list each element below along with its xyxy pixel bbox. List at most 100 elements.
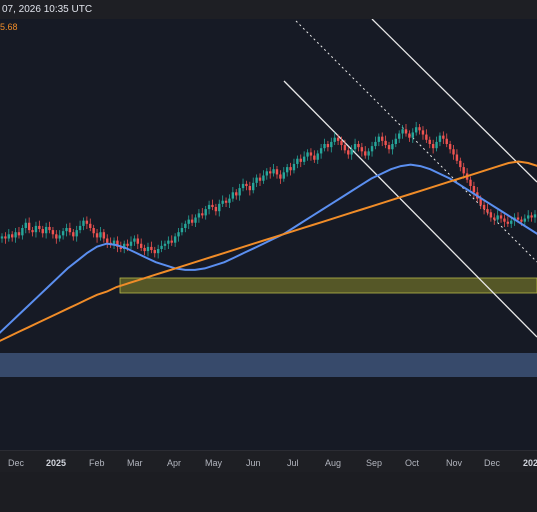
timestamp-label: 07, 2026 10:35 UTC [2,4,93,15]
candle-body [523,218,527,222]
candle-body [4,236,7,239]
candle-body [58,235,61,239]
candle-body [438,135,442,142]
x-tick-label: Jul [287,458,299,468]
candle-body [285,167,289,173]
x-tick-label: Mar [127,458,143,468]
candle-body [146,246,150,252]
candle-body [204,209,207,216]
candle-body [48,226,51,231]
candle-body [170,240,173,243]
candle-body [34,225,38,233]
candle-body [177,232,180,237]
candle-body [398,133,401,139]
candle-body [367,151,370,156]
candle-body [153,250,156,254]
candle-body [0,236,4,239]
candle-body [333,137,336,142]
candle-body [180,228,184,233]
candle-body [330,141,333,148]
candle-body [489,212,493,218]
candle-body [353,144,357,150]
candle-body [24,222,27,228]
candle-body [201,213,204,216]
candle-body [302,156,306,162]
candle-body [156,249,160,254]
candle-body [17,232,21,236]
candle-body [428,139,431,144]
candle-body [343,145,347,151]
candle-body [14,232,17,238]
candle-body [167,240,170,244]
candle-body [323,144,326,149]
x-tick-label: 202 [523,458,537,468]
candle-body [65,228,68,232]
chart-svg[interactable] [0,19,537,450]
candle-body [248,186,252,191]
candle-body [72,232,75,237]
candle-body [472,186,476,193]
candle-body [459,160,462,168]
candle-body [401,129,404,134]
candle-body [55,234,58,239]
candle-body [235,192,238,196]
candle-body [350,149,353,155]
x-axis-svg: Dec 2025 Feb Mar Apr May Jun Jul Aug Sep Oct Nov Dec… [8,458,537,468]
candle-body [435,141,438,149]
candle-body [533,214,537,218]
candle-body [187,219,190,224]
candle-body [319,148,323,154]
candle-body [296,158,299,164]
candle-body [262,175,265,181]
candle-body [228,198,231,203]
candle-body [510,220,513,224]
bottom-panel [0,472,537,512]
x-tick-label: Aug [325,458,341,468]
candle-body [272,169,275,174]
candle-body [448,144,452,150]
candle-body [442,135,445,139]
demand-zone [0,353,537,377]
candle-body [469,179,472,186]
candle-body [238,188,241,196]
candle-body [41,229,44,234]
moving-average-legend-value: 5.68 [0,22,18,32]
candle-body [10,234,14,238]
candle-body [224,200,228,203]
candle-body [462,167,465,174]
blue-moving-average [0,163,537,334]
x-tick-label: 2025 [46,458,66,468]
plot-area[interactable] [0,19,537,450]
candle-body [207,204,211,210]
candle-body [387,145,391,150]
candle-body [95,233,99,238]
candle-body [92,228,95,234]
x-tick-label: Feb [89,458,105,468]
candle-body [265,171,269,176]
candle-body [384,140,387,146]
candle-body [245,183,248,186]
candle-body [404,129,408,134]
x-tick-label: May [205,458,223,468]
candle-body [299,158,302,162]
candle-body [418,127,421,131]
x-tick-label: Apr [167,458,181,468]
x-tick-label: Dec [484,458,501,468]
candle-body [214,207,218,212]
candle-body [133,238,136,242]
candle-body [61,231,65,236]
candle-body [173,236,177,243]
candle-body [231,192,235,199]
candle-body [421,130,425,135]
candle-body [27,222,31,231]
candle-body [381,136,384,141]
candle-body [44,226,48,234]
candle-body [190,219,194,223]
candle-body [197,213,201,218]
candle-body [106,238,109,243]
x-axis[interactable]: Dec 2025 Feb Mar Apr May Jun Jul Aug Sep Oct Nov Dec… [0,450,537,473]
candle-body [340,140,343,146]
candle-body [89,223,92,228]
candle-body [255,177,258,183]
candle-body [486,209,489,213]
